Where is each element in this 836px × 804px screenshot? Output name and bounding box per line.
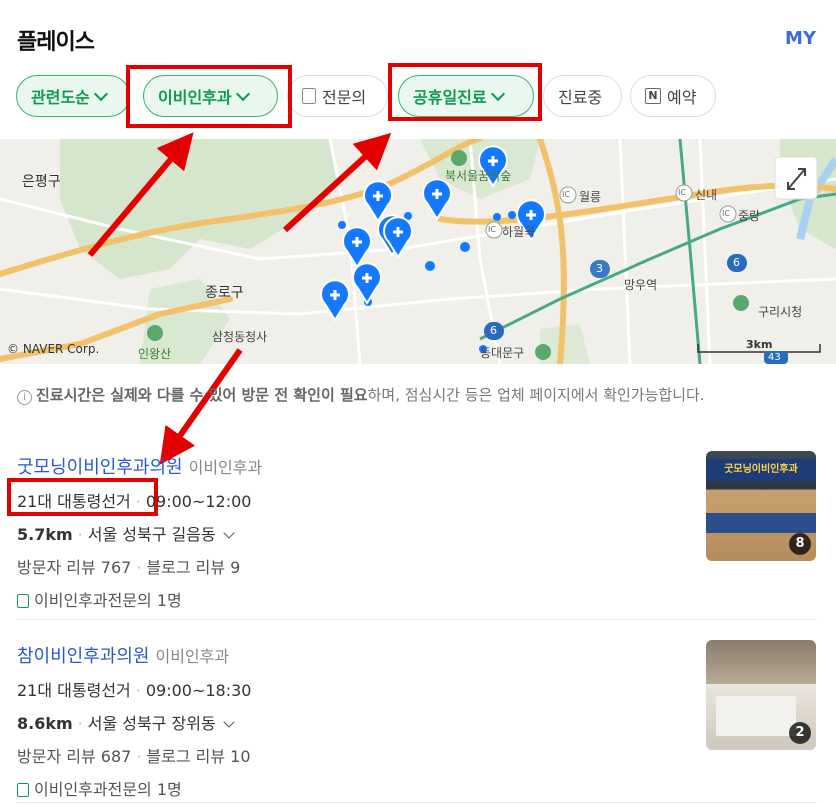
photo-count-badge: 8 — [789, 533, 811, 555]
notice-text: 하며, 점심시간 등은 업체 페이지에서 확인가능합니다. — [367, 386, 705, 404]
list-divider — [17, 619, 817, 620]
place-name[interactable]: 참이비인후과의원 — [17, 646, 149, 667]
place-name[interactable]: 굿모닝이비인후과의원 — [17, 457, 183, 478]
place-address[interactable]: 서울 성북구 장위동 — [88, 714, 216, 733]
reception-desk — [716, 696, 796, 736]
specialist-icon — [17, 594, 29, 608]
place-category: 이비인후과 — [155, 647, 230, 666]
specialist-icon — [17, 783, 29, 797]
info-icon: i — [17, 390, 32, 405]
place-hours: 09:00~12:00 — [145, 492, 252, 511]
photo-count-badge: 2 — [789, 722, 811, 744]
place-item[interactable]: 굿모닝이비인후과의원 이비인후과 21대 대통령선거 · 09:00~12:00 5.… — [17, 453, 817, 611]
place-hours: 09:00~18:30 — [145, 681, 252, 700]
place-distance: 5.7km — [17, 525, 73, 544]
place-thumbnail[interactable]: 2 — [706, 640, 816, 750]
visitor-reviews[interactable]: 방문자 리뷰 687 — [17, 747, 131, 766]
sign-band — [706, 513, 816, 533]
blog-reviews[interactable]: 블로그 리뷰 10 — [146, 747, 250, 766]
chevron-down-icon[interactable] — [223, 716, 235, 728]
place-address[interactable]: 서울 성북구 길음동 — [88, 525, 216, 544]
clinic-sign: 굿모닝이비인후과 — [706, 459, 816, 481]
specialist-count: 이비인후과전문의 1명 — [34, 591, 182, 610]
hours-notice: i 진료시간은 실제와 다를 수 있어 방문 전 확인이 필요하며, 점심시간 등… — [17, 384, 777, 407]
place-distance: 8.6km — [17, 714, 73, 733]
visitor-reviews[interactable]: 방문자 리뷰 767 — [17, 558, 131, 577]
place-item[interactable]: 참이비인후과의원 이비인후과 21대 대통령선거 · 09:00~18:30 8.6k… — [17, 642, 817, 800]
specialist-count: 이비인후과전문의 1명 — [34, 780, 182, 799]
place-status: 21대 대통령선거 — [17, 681, 131, 700]
place-thumbnail[interactable]: 굿모닝이비인후과 8 — [706, 451, 816, 561]
notice-bold-text: 진료시간은 실제와 다를 수 있어 방문 전 확인이 필요 — [36, 386, 368, 404]
list-divider — [17, 802, 817, 803]
place-status: 21대 대통령선거 — [17, 492, 131, 511]
place-category: 이비인후과 — [188, 458, 263, 477]
blog-reviews[interactable]: 블로그 리뷰 9 — [146, 558, 240, 577]
chevron-down-icon[interactable] — [223, 527, 235, 539]
